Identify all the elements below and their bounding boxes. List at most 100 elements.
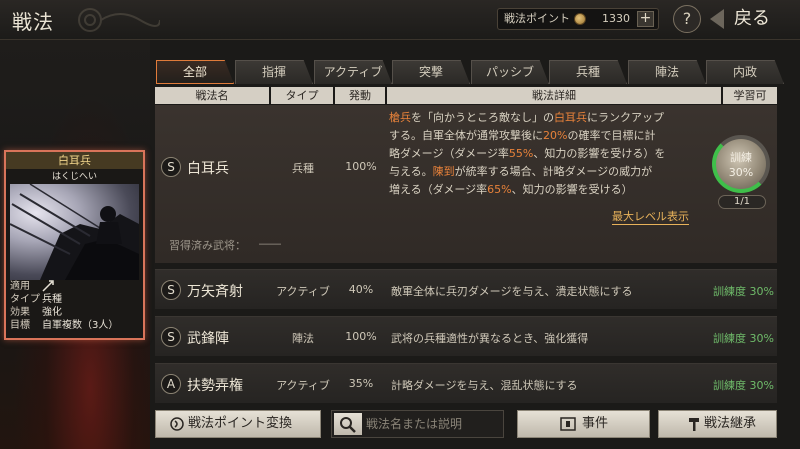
inherit-button[interactable]: 戦法継承 xyxy=(658,410,777,438)
highlighted-term: 陳到 xyxy=(432,165,455,178)
detail-text: 、知力の影響を受ける）を xyxy=(533,147,666,160)
event-button[interactable]: 事件 xyxy=(517,410,650,438)
page-title: 戦法 xyxy=(12,10,54,34)
table-row[interactable]: S 武鋒陣 陣法 100% 武将の兵種適性が異なるとき、強化獲得 訓練度 30% xyxy=(155,316,777,356)
tab-assault[interactable]: 突撃 xyxy=(392,60,470,84)
strategy-list: S 白耳兵 兵種 100% 槍兵を「向かうところ敵なし」の白耳兵にランクアップす… xyxy=(155,105,777,405)
table-row[interactable]: S 万矢斉射 アクティブ 40% 敵軍全体に兵刃ダメージを与え、潰走状態にする … xyxy=(155,269,777,309)
table-row-selected[interactable]: S 白耳兵 兵種 100% 槍兵を「向かうところ敵なし」の白耳兵にランクアップす… xyxy=(155,105,777,263)
strategy-name: 万矢斉射 xyxy=(187,284,243,300)
event-icon xyxy=(560,417,576,431)
strategy-points-label: 戦法ポイント xyxy=(504,12,570,25)
tab-formation[interactable]: 陣法 xyxy=(628,60,706,84)
strategy-summary: 計略ダメージを与え、混乱状態にする xyxy=(391,379,578,392)
card-artwork xyxy=(10,184,139,280)
back-button[interactable]: 戻る xyxy=(708,5,794,33)
card-info-row: 適用 xyxy=(10,280,143,293)
detail-text: 略ダメージ（ダメージ率 xyxy=(389,147,509,160)
tab-command[interactable]: 指揮 xyxy=(235,60,313,84)
card-info-value: 兵種 xyxy=(42,294,62,305)
highlighted-term: 20% xyxy=(543,129,568,142)
event-label: 事件 xyxy=(582,416,609,431)
strategy-points-value: 1330 xyxy=(602,12,630,25)
strategy-summary: 武将の兵種適性が異なるとき、強化獲得 xyxy=(391,332,589,345)
card-info-key: タイプ xyxy=(10,294,40,305)
train-label: 訓練 xyxy=(730,151,752,164)
search-input[interactable] xyxy=(366,414,500,434)
strategy-name: 扶勢弄権 xyxy=(187,378,243,394)
detail-line: 略ダメージ（ダメージ率55%、知力の影響を受ける）を xyxy=(389,145,699,163)
tab-passive[interactable]: パッシブ xyxy=(471,60,549,84)
top-bar: 戦法 戦法ポイント 1330 + ? 戻る xyxy=(0,0,800,40)
train-count: 1/1 xyxy=(718,195,766,209)
coin-icon xyxy=(574,13,586,25)
convert-icon xyxy=(170,417,184,431)
grade-badge: A xyxy=(161,374,181,394)
tab-internal[interactable]: 内政 xyxy=(706,60,784,84)
strategy-name: 白耳兵 xyxy=(187,161,229,177)
card-reading: はくじへい xyxy=(51,172,97,182)
detail-text: 増える（ダメージ率 xyxy=(389,183,488,196)
training-level: 訓練度 30% xyxy=(713,285,774,298)
column-header-type[interactable]: タイプ xyxy=(271,87,333,104)
card-info-row: タイプ 兵種 xyxy=(10,293,143,306)
card-info-value: 強化 xyxy=(42,307,62,318)
detail-text: が統率する場合、計略ダメージの威力が xyxy=(454,165,653,178)
detail-text: 、知力の影響を受ける） xyxy=(511,183,633,196)
highlighted-term: 65% xyxy=(487,183,512,196)
bottom-toolbar: 戦法ポイント変換 事件 戦法継承 xyxy=(155,410,777,438)
tab-all[interactable]: 全部 xyxy=(156,60,234,84)
card-info-key: 効果 xyxy=(10,307,30,318)
training-level: 訓練度 30% xyxy=(713,379,774,392)
card-info-key: 適用 xyxy=(10,281,30,292)
card-info-row: 効果 強化 xyxy=(10,306,143,319)
strategy-rate: 100% xyxy=(345,330,377,343)
column-header-detail: 戦法詳細 xyxy=(387,87,721,104)
strategy-card: 白耳兵 はくじへい 適用 タイプ 兵種 効果 強化 目標 自軍複数（3人） xyxy=(4,150,145,340)
column-header-name[interactable]: 戦法名 xyxy=(155,87,269,104)
search-field[interactable] xyxy=(331,410,504,438)
highlighted-term: 55% xyxy=(508,147,534,160)
inherit-label: 戦法継承 xyxy=(704,416,757,431)
detail-text: の確率で目標に計 xyxy=(567,129,656,142)
card-title: 白耳兵 xyxy=(6,152,143,169)
train-percent: 30% xyxy=(728,166,754,179)
detail-text: 与える。 xyxy=(389,165,433,178)
detail-text: する。自軍全体が通常攻撃後に xyxy=(389,129,543,142)
max-level-link[interactable]: 最大レベル表示 xyxy=(612,208,689,225)
search-icon[interactable] xyxy=(334,413,362,435)
card-info-value: 自軍複数（3人） xyxy=(42,320,119,331)
column-header-rate[interactable]: 発動 xyxy=(335,87,385,104)
table-header: 戦法名 タイプ 発動 戦法詳細 学習可 xyxy=(155,87,777,104)
title-ornament xyxy=(78,8,160,32)
back-label: 戻る xyxy=(734,8,770,29)
strategy-rate: 40% xyxy=(348,283,374,296)
add-points-button[interactable]: + xyxy=(637,11,654,27)
back-arrow-icon xyxy=(710,9,724,29)
strategy-points-display: 戦法ポイント 1330 + xyxy=(497,8,659,30)
card-info-row: 目標 自軍複数（3人） xyxy=(10,319,143,332)
table-row[interactable]: A 扶勢弄権 アクティブ 35% 計略ダメージを与え、混乱状態にする 訓練度 3… xyxy=(155,363,777,403)
strategy-name: 武鋒陣 xyxy=(187,331,229,347)
highlighted-term: 槍兵 xyxy=(389,111,411,124)
detail-line: 増える（ダメージ率65%、知力の影響を受ける） xyxy=(389,181,699,199)
train-button[interactable]: 訓練 30% 1/1 xyxy=(710,133,772,213)
grade-badge: S xyxy=(161,157,181,177)
grade-badge: S xyxy=(161,327,181,347)
column-header-learnable[interactable]: 学習可 xyxy=(723,87,777,104)
learned-generals-label: 習得済み武将： xyxy=(169,239,246,252)
highlighted-term: 白耳兵 xyxy=(554,111,587,124)
strategy-rate: 35% xyxy=(348,377,374,390)
strategy-summary: 敵軍全体に兵刃ダメージを与え、潰走状態にする xyxy=(391,285,633,298)
help-button[interactable]: ? xyxy=(673,5,701,33)
strategy-rate: 100% xyxy=(345,160,377,173)
card-info: 適用 タイプ 兵種 効果 強化 目標 自軍複数（3人） xyxy=(10,280,143,332)
learned-generals-value: ―― xyxy=(259,237,281,250)
convert-points-button[interactable]: 戦法ポイント変換 xyxy=(155,410,321,438)
training-level: 訓練度 30% xyxy=(713,332,774,345)
detail-line: 槍兵を「向かうところ敵なし」の白耳兵にランクアップ xyxy=(389,109,699,127)
hammer-icon xyxy=(689,418,699,431)
strategy-detail-text: 槍兵を「向かうところ敵なし」の白耳兵にランクアップする。自軍全体が通常攻撃後に2… xyxy=(389,109,699,199)
tab-active[interactable]: アクティブ xyxy=(314,60,392,84)
tab-troop[interactable]: 兵種 xyxy=(549,60,627,84)
